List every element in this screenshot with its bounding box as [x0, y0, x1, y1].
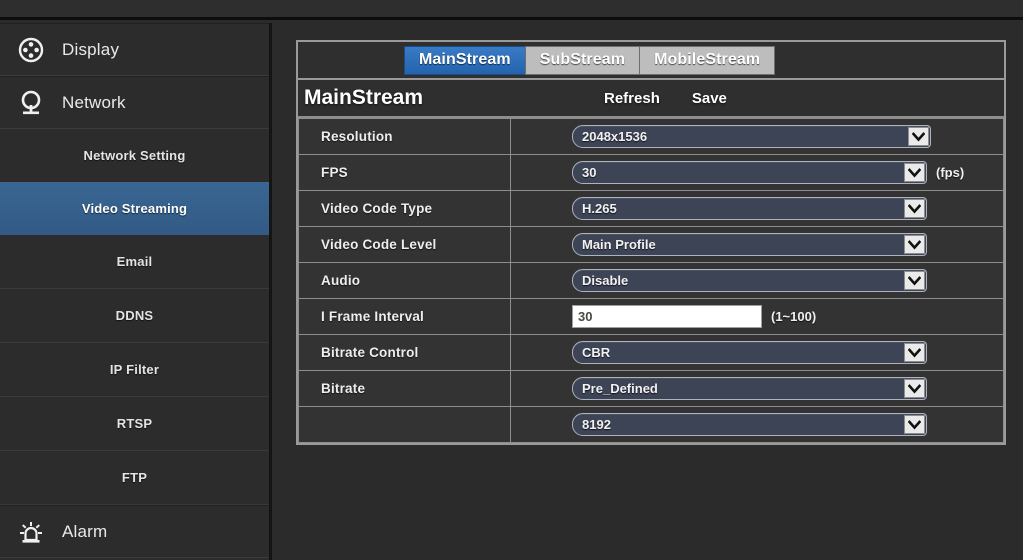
- sidebar-subitem-label: Email: [116, 254, 153, 269]
- display-icon: [0, 37, 62, 63]
- row-label-video-code-type: Video Code Type: [298, 190, 511, 227]
- select-value: 8192: [582, 417, 611, 432]
- chevron-down-icon[interactable]: [904, 163, 925, 182]
- camera-settings-window: Display Network Network Setting Video Strea…: [0, 0, 1023, 560]
- row-label-fps: FPS: [298, 154, 511, 191]
- sidebar-item-label: Network: [62, 92, 126, 112]
- unit-label-fps: (fps): [936, 165, 965, 180]
- table-row: Audio Disable: [298, 262, 1004, 299]
- refresh-button[interactable]: Refresh: [604, 90, 660, 107]
- row-label-video-code-level: Video Code Level: [298, 226, 511, 263]
- select-fps[interactable]: 30: [572, 161, 927, 184]
- select-value: Disable: [582, 273, 629, 288]
- sidebar-item-label: Alarm: [62, 521, 108, 541]
- table-row: FPS 30 (fps): [298, 154, 1004, 191]
- row-label-bitrate: Bitrate: [298, 370, 511, 407]
- table-row: Bitrate Pre_Defined: [298, 370, 1004, 407]
- video-streaming-panel: MainStream SubStream MobileStream MainStre…: [296, 40, 1006, 445]
- table-row: 8192: [298, 406, 1004, 443]
- chevron-down-icon[interactable]: [908, 127, 929, 146]
- table-row: Video Code Type H.265: [298, 190, 1004, 227]
- select-resolution[interactable]: 2048x1536: [572, 125, 931, 148]
- select-video-code-type[interactable]: H.265: [572, 197, 927, 220]
- select-bitrate-value[interactable]: 8192: [572, 413, 927, 436]
- table-row: I Frame Interval (1~100): [298, 298, 1004, 335]
- row-value-i-frame-interval: (1~100): [510, 298, 1004, 335]
- table-row: Video Code Level Main Profile: [298, 226, 1004, 263]
- panel-header: MainStream Refresh Save: [298, 80, 1004, 118]
- row-value-fps: 30 (fps): [510, 154, 1004, 191]
- chevron-down-icon[interactable]: [904, 415, 925, 434]
- sidebar-subitem-ddns[interactable]: DDNS: [0, 289, 269, 342]
- chevron-down-icon[interactable]: [904, 199, 925, 218]
- select-audio[interactable]: Disable: [572, 269, 927, 292]
- select-value: CBR: [582, 345, 611, 360]
- sidebar-item-display[interactable]: Display: [0, 23, 269, 76]
- row-value-bitrate: Pre_Defined: [510, 370, 1004, 407]
- row-label-bitrate-control: Bitrate Control: [298, 334, 511, 371]
- select-value: 2048x1536: [582, 129, 648, 144]
- sidebar-subitem-ftp[interactable]: FTP: [0, 451, 269, 504]
- select-value: 30: [582, 165, 597, 180]
- select-bitrate[interactable]: Pre_Defined: [572, 377, 927, 400]
- sidebar-item-alarm[interactable]: Alarm: [0, 505, 269, 558]
- sidebar-subitem-label: Network Setting: [83, 148, 186, 163]
- alarm-siren-icon: [0, 518, 62, 546]
- row-value-video-code-level: Main Profile: [510, 226, 1004, 263]
- tab-mobilestream[interactable]: MobileStream: [639, 45, 776, 75]
- sidebar-item-label: Display: [62, 39, 120, 59]
- select-value: Pre_Defined: [582, 381, 658, 396]
- row-label-audio: Audio: [298, 262, 511, 299]
- chevron-down-icon[interactable]: [904, 235, 925, 254]
- chevron-down-icon[interactable]: [904, 379, 925, 398]
- page-title: MainStream: [304, 86, 424, 109]
- window-top-strip: [0, 0, 1023, 20]
- select-video-code-level[interactable]: Main Profile: [572, 233, 927, 256]
- tab-substream[interactable]: SubStream: [524, 45, 640, 75]
- row-label-resolution: Resolution: [298, 118, 511, 155]
- sidebar-subitem-email[interactable]: Email: [0, 235, 269, 288]
- row-label-i-frame-interval: I Frame Interval: [298, 298, 511, 335]
- sidebar-subitem-label: IP Filter: [109, 362, 160, 377]
- stream-settings-table: Resolution 2048x1536 FPS 30 (fps) Video Code …: [298, 118, 1004, 443]
- chevron-down-icon[interactable]: [904, 343, 925, 362]
- sidebar-subitem-network-setting[interactable]: Network Setting: [0, 129, 269, 182]
- select-value: Main Profile: [582, 237, 656, 252]
- tab-mainstream[interactable]: MainStream: [404, 45, 525, 75]
- input-i-frame-interval[interactable]: [572, 305, 762, 328]
- row-value-bitrate-control: CBR: [510, 334, 1004, 371]
- sidebar-subitem-label: Video Streaming: [81, 201, 188, 216]
- sidebar-subitem-label: FTP: [121, 470, 148, 485]
- sidebar-navigation: Display Network Network Setting Video Strea…: [0, 23, 272, 560]
- row-value-video-code-type: H.265: [510, 190, 1004, 227]
- sidebar-subitem-ip-filter[interactable]: IP Filter: [0, 343, 269, 396]
- main-content-area: MainStream SubStream MobileStream MainStre…: [275, 23, 1023, 560]
- table-row: Bitrate Control CBR: [298, 334, 1004, 371]
- row-label-bitrate-value: [298, 406, 511, 443]
- sidebar-subitem-label: DDNS: [115, 308, 154, 323]
- unit-label-i-frame-interval: (1~100): [771, 309, 817, 324]
- stream-tab-bar: MainStream SubStream MobileStream: [298, 42, 1004, 80]
- select-value: H.265: [582, 201, 617, 216]
- select-bitrate-control[interactable]: CBR: [572, 341, 927, 364]
- save-button[interactable]: Save: [692, 90, 727, 107]
- sidebar-subitem-label: RTSP: [116, 416, 153, 431]
- sidebar-subitem-rtsp[interactable]: RTSP: [0, 397, 269, 450]
- table-row: Resolution 2048x1536: [298, 118, 1004, 155]
- row-value-resolution: 2048x1536: [510, 118, 1004, 155]
- row-value-audio: Disable: [510, 262, 1004, 299]
- sidebar-subitem-video-streaming[interactable]: Video Streaming: [0, 182, 269, 235]
- network-camera-icon: [0, 89, 62, 117]
- sidebar-item-network[interactable]: Network: [0, 76, 269, 129]
- row-value-bitrate-value: 8192: [510, 406, 1004, 443]
- chevron-down-icon[interactable]: [904, 271, 925, 290]
